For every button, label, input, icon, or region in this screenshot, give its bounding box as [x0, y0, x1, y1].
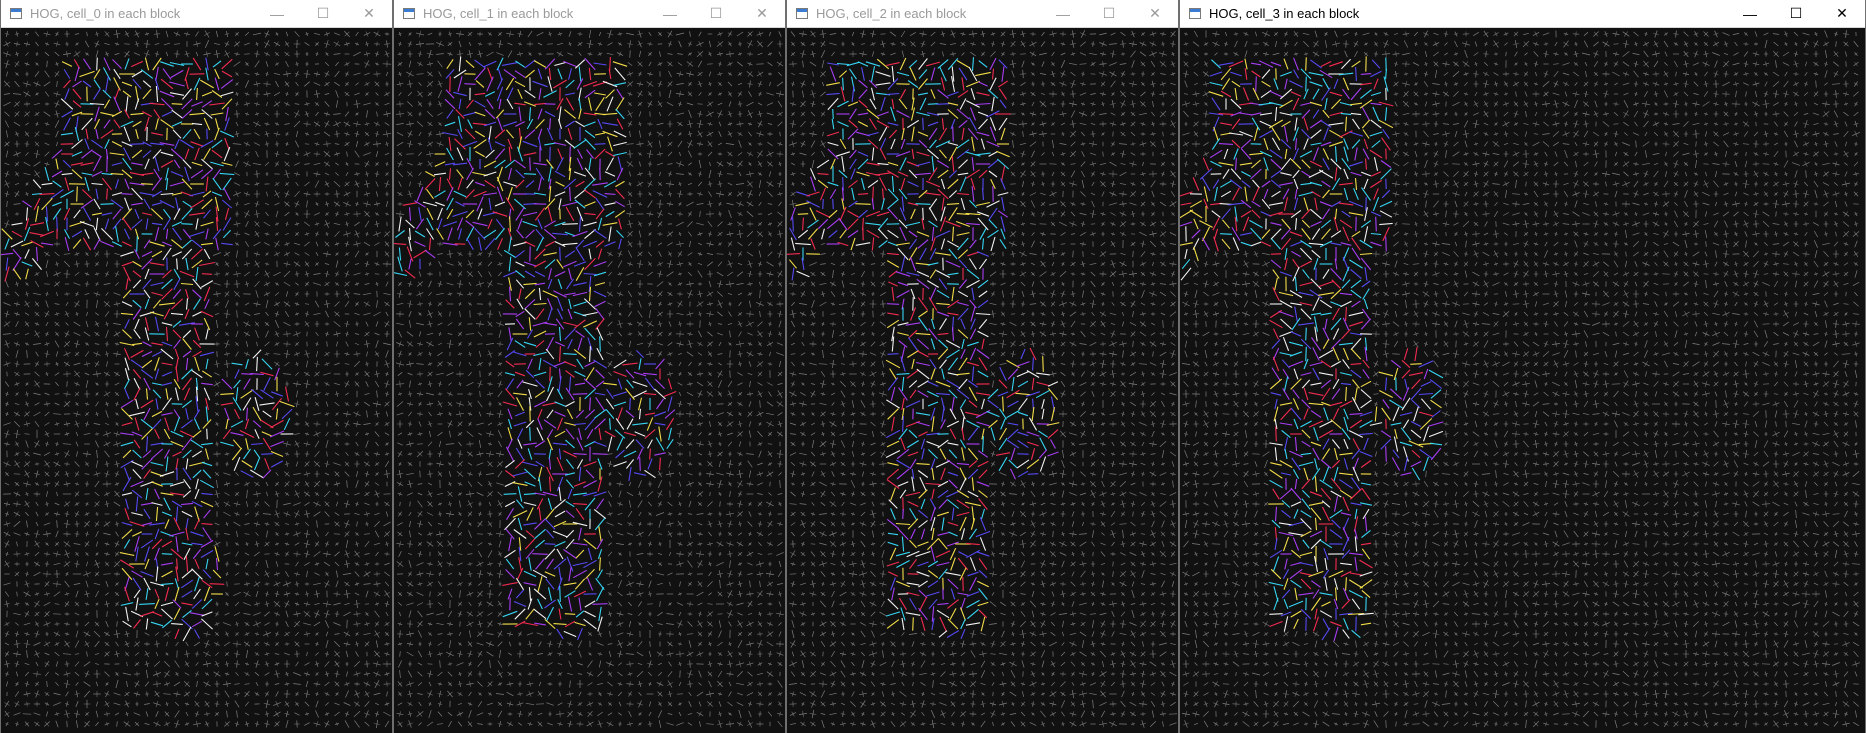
window-title: HOG, cell_1 in each block	[423, 6, 574, 21]
app-window-icon	[796, 8, 808, 19]
hog-window-cell-1[interactable]: HOG, cell_1 in each block — ☐ ✕	[393, 0, 786, 733]
app-window-icon	[10, 8, 22, 19]
minimize-button[interactable]: —	[647, 0, 693, 28]
hog-visualization-canvas[interactable]	[787, 28, 1178, 733]
close-button[interactable]: ✕	[346, 0, 392, 28]
maximize-button[interactable]: ☐	[693, 0, 739, 28]
hog-visualization-canvas[interactable]	[1, 28, 392, 733]
hog-image	[394, 28, 785, 733]
close-button[interactable]: ✕	[1819, 0, 1865, 28]
maximize-button[interactable]: ☐	[1086, 0, 1132, 28]
window-titlebar[interactable]: HOG, cell_3 in each block — ☐ ✕	[1180, 0, 1865, 28]
minimize-button[interactable]: —	[1727, 0, 1773, 28]
window-titlebar[interactable]: HOG, cell_2 in each block — ☐ ✕	[787, 0, 1178, 28]
hog-window-cell-3[interactable]: HOG, cell_3 in each block — ☐ ✕	[1179, 0, 1866, 733]
close-button[interactable]: ✕	[739, 0, 785, 28]
hog-window-cell-2[interactable]: HOG, cell_2 in each block — ☐ ✕	[786, 0, 1179, 733]
minimize-button[interactable]: —	[1040, 0, 1086, 28]
hog-visualization-canvas[interactable]	[1180, 28, 1865, 733]
hog-image	[1180, 28, 1865, 733]
window-titlebar[interactable]: HOG, cell_1 in each block — ☐ ✕	[394, 0, 785, 28]
window-title: HOG, cell_3 in each block	[1209, 6, 1360, 21]
hog-window-cell-0[interactable]: HOG, cell_0 in each block — ☐ ✕	[0, 0, 393, 733]
close-button[interactable]: ✕	[1132, 0, 1178, 28]
app-window-icon	[403, 8, 415, 19]
maximize-button[interactable]: ☐	[1773, 0, 1819, 28]
window-titlebar[interactable]: HOG, cell_0 in each block — ☐ ✕	[1, 0, 392, 28]
maximize-button[interactable]: ☐	[300, 0, 346, 28]
window-title: HOG, cell_2 in each block	[816, 6, 967, 21]
hog-image	[787, 28, 1178, 733]
window-title: HOG, cell_0 in each block	[30, 6, 181, 21]
app-window-icon	[1189, 8, 1201, 19]
minimize-button[interactable]: —	[254, 0, 300, 28]
hog-visualization-canvas[interactable]	[394, 28, 785, 733]
hog-image	[1, 28, 392, 733]
